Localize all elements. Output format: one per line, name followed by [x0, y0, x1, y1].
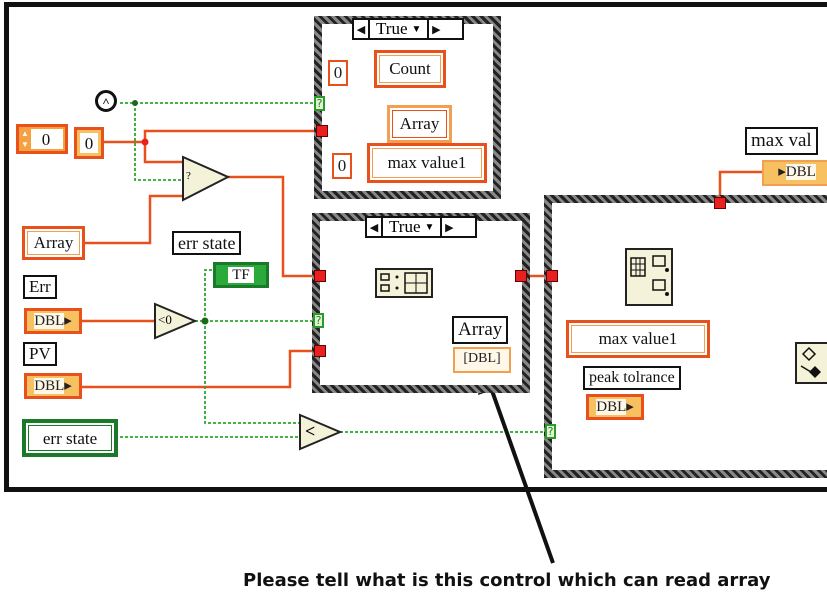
select-function[interactable]: [795, 342, 827, 384]
array-max-min-icon: [630, 255, 669, 296]
numeric-control[interactable]: ▲ ▼ 0: [16, 124, 68, 154]
array-indicator: [DBL]: [453, 347, 511, 373]
pv-control[interactable]: DBL▸: [24, 373, 82, 399]
case-selector-1[interactable]: ◀ True ▼ ▶: [352, 18, 464, 40]
count-local-variable[interactable]: Count: [374, 50, 446, 88]
err-state-indicator-label: err state: [172, 231, 242, 255]
peak-tolerance-label: peak tolrance: [583, 366, 681, 390]
decrement-icon[interactable]: ◀: [367, 218, 381, 236]
max-val-indicator: ▸DBL: [762, 160, 827, 186]
max-value1-local-variable[interactable]: max value1: [367, 143, 487, 183]
err-state-control[interactable]: err state: [22, 419, 118, 457]
increment-icon[interactable]: ▶: [429, 20, 443, 38]
wire-index-to-compare: [143, 142, 183, 164]
timing-icon: ˄: [95, 90, 117, 112]
decrement-icon[interactable]: ◀: [354, 20, 368, 38]
err-control[interactable]: DBL▸: [24, 308, 82, 334]
max-value1-local-variable-2[interactable]: max value1: [566, 320, 710, 358]
less-than-label: <: [305, 421, 316, 441]
case-selector-2[interactable]: ◀ True ▼ ▶: [365, 216, 477, 238]
tunnel-2-in: [314, 270, 326, 282]
select-icon: [800, 346, 821, 378]
bool-junction: [132, 100, 138, 106]
array-max-min-function[interactable]: [625, 248, 673, 306]
err-state-indicator: TF: [213, 262, 269, 288]
tunnel-2-out: [515, 270, 527, 282]
bool-junction: [201, 317, 209, 325]
pv-label: PV: [23, 342, 57, 366]
bool-wire-5: [204, 321, 300, 424]
index-indicator: 0: [74, 127, 104, 159]
array-indicator-label: Array: [452, 316, 509, 344]
increment-icon[interactable]: ▲ ▼: [20, 128, 30, 150]
annotation-question: Please tell what is this control which c…: [243, 570, 771, 591]
build-array-icon: [380, 272, 428, 294]
array-control[interactable]: Array: [22, 226, 85, 260]
compare-function-label: ?: [186, 170, 191, 182]
dropdown-icon[interactable]: ▼: [425, 222, 435, 233]
less-than-zero-label: <0: [158, 312, 172, 327]
peak-tolerance-control[interactable]: DBL▸: [586, 394, 644, 420]
tunnel-2-pv: [314, 345, 326, 357]
count-constant[interactable]: 0: [328, 60, 348, 86]
case-selector-terminal-1: ?: [314, 96, 325, 111]
build-array-function[interactable]: [375, 268, 433, 298]
increment-icon[interactable]: ▶: [442, 218, 456, 236]
dropdown-icon[interactable]: ▼: [412, 24, 422, 35]
tunnel-right-top: [714, 197, 726, 209]
wire-array-input: [83, 194, 183, 245]
tunnel-right-in: [546, 270, 558, 282]
case-selector-terminal-2: ?: [313, 313, 324, 328]
err-label: Err: [23, 275, 57, 299]
right-selector-terminal: ?: [545, 424, 556, 439]
wire-junction: [141, 138, 149, 146]
wire-pv: [82, 349, 316, 389]
max-val-label: max val: [745, 127, 818, 155]
tunnel-1: [316, 125, 328, 137]
array-local-variable[interactable]: Array: [387, 105, 452, 143]
block-diagram: ? <0 < − -x ˄ ▲▼ 0 0 Array Err DBL▸ PV D…: [0, 0, 827, 600]
max-constant[interactable]: 0: [332, 153, 352, 179]
